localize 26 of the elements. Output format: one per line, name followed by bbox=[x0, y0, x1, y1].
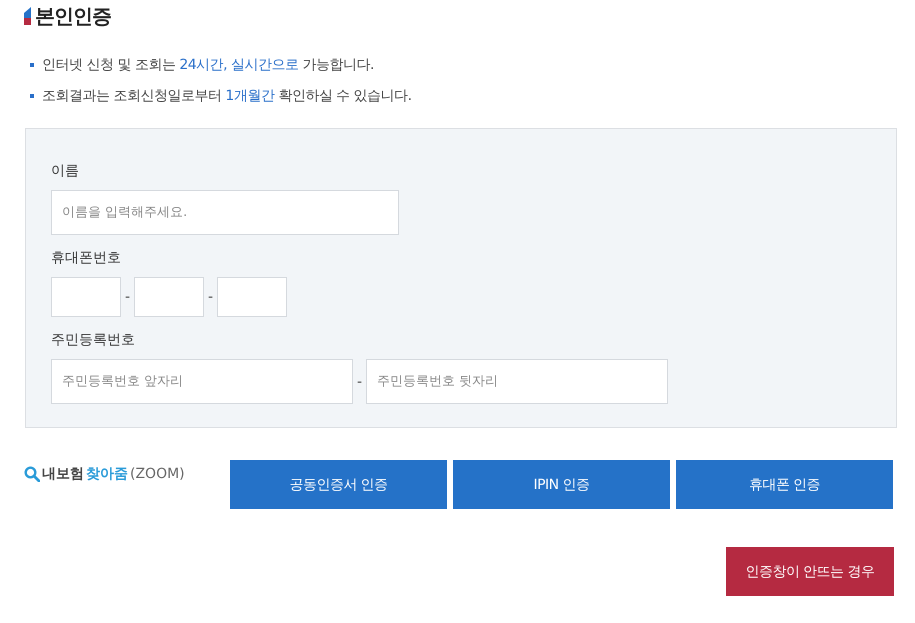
search-icon bbox=[24, 466, 40, 482]
page-title: 본인인증 bbox=[35, 2, 111, 30]
dash-separator: - bbox=[357, 374, 362, 390]
bullet-icon bbox=[30, 63, 34, 67]
dash-separator: - bbox=[125, 289, 130, 305]
logo-text: (ZOOM) bbox=[130, 466, 185, 482]
dash-separator: - bbox=[208, 289, 213, 305]
field-label: 휴대폰번호 bbox=[51, 249, 122, 267]
notice-text: 조회결과는 조회신청일로부터 1개월간 확인하실 수 있습니다. bbox=[42, 87, 412, 105]
phone-input[interactable] bbox=[134, 277, 204, 317]
phone-input[interactable] bbox=[51, 277, 121, 317]
rrn-back-input[interactable]: 주민등록번호 뒷자리 bbox=[366, 359, 668, 404]
bullet-icon bbox=[30, 94, 34, 98]
notice-text: 인터넷 신청 및 조회는 24시간, 실시간으로 가능합니다. bbox=[42, 56, 374, 74]
field-label: 이름 bbox=[51, 162, 80, 180]
rrn-front-input[interactable]: 주민등록번호 앞자리 bbox=[51, 359, 353, 404]
logo-text: 내보험 bbox=[42, 465, 84, 483]
auth-button[interactable]: 휴대폰 인증 bbox=[676, 460, 893, 509]
help-button[interactable]: 인증창이 안뜨는 경우 bbox=[726, 547, 894, 596]
title-mark-icon bbox=[24, 7, 31, 25]
logo-text: 찾아줌 bbox=[86, 465, 128, 483]
phone-input[interactable] bbox=[217, 277, 287, 317]
auth-button[interactable]: 공동인증서 인증 bbox=[230, 460, 447, 509]
name-input[interactable]: 이름을 입력해주세요. bbox=[51, 190, 399, 235]
field-label: 주민등록번호 bbox=[51, 331, 136, 349]
auth-button[interactable]: IPIN 인증 bbox=[453, 460, 670, 509]
